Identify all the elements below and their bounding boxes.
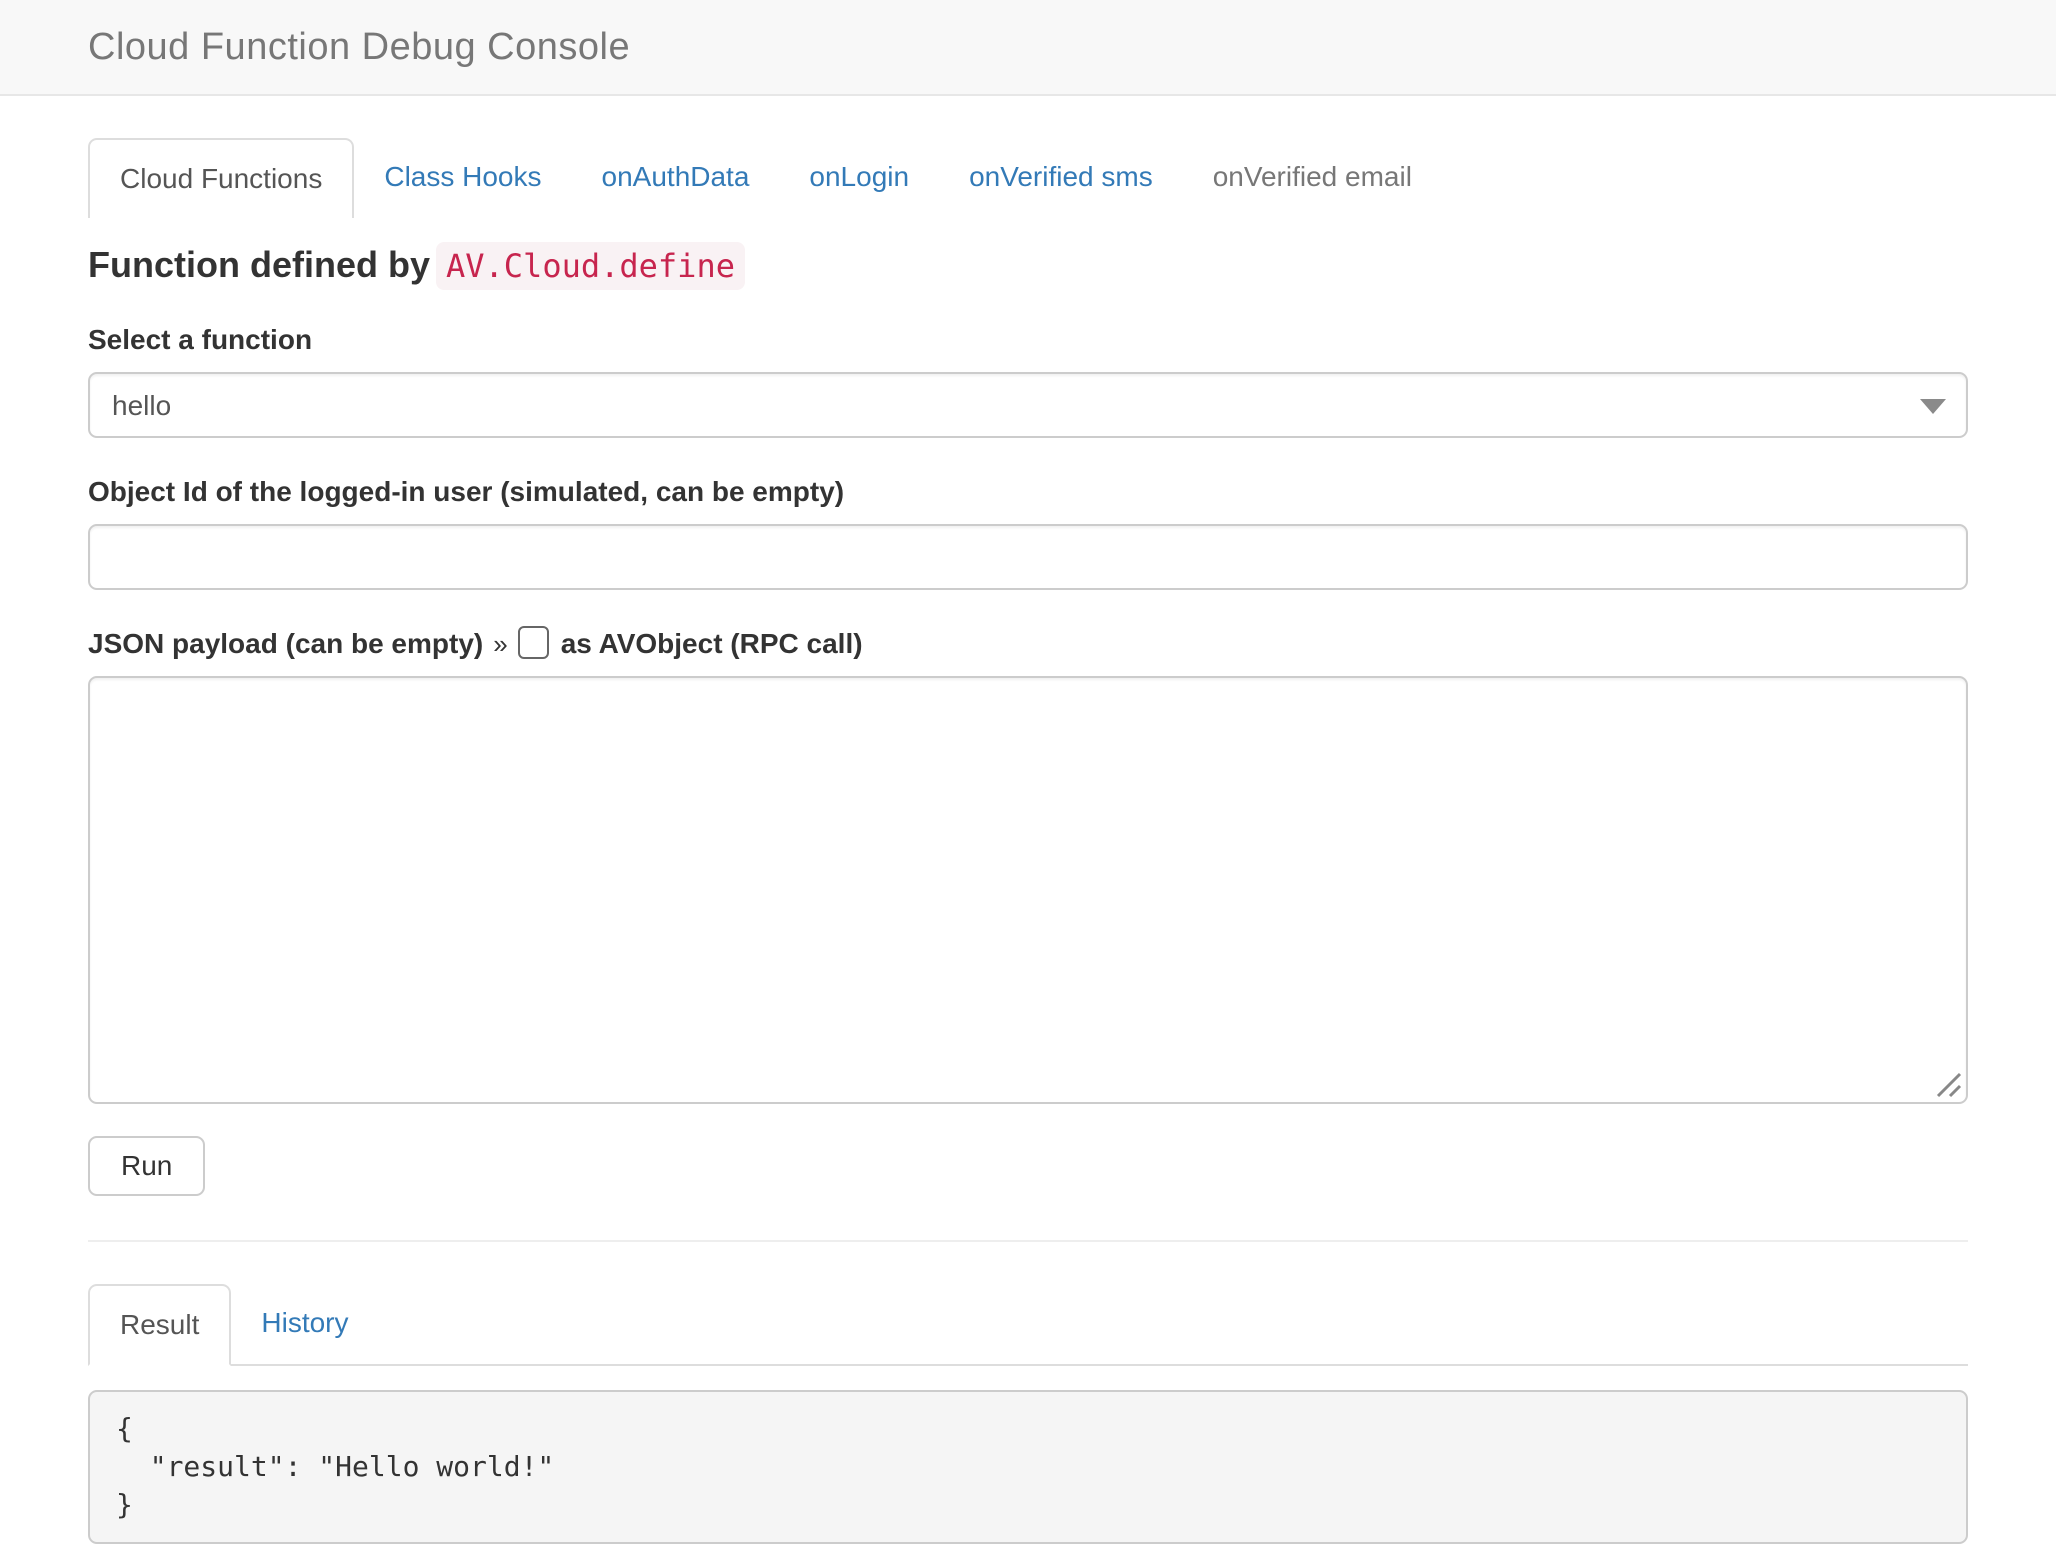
payload-label-text: JSON payload (can be empty) [88,628,483,659]
section-heading-text: Function defined by [88,244,430,285]
tab-onauthdata[interactable]: onAuthData [572,138,780,218]
as-avobject-checkbox[interactable] [518,626,549,659]
tab-cloud-functions[interactable]: Cloud Functions [88,138,354,218]
tab-onverified-sms[interactable]: onVerified sms [939,138,1183,218]
section-heading-code: AV.Cloud.define [436,242,745,290]
function-select-label: Select a function [88,324,1968,356]
resize-handle-icon[interactable] [1930,1066,1964,1100]
guillemet-separator: » [493,629,507,659]
tab-history[interactable]: History [231,1284,378,1366]
main-content: Cloud Functions Class Hooks onAuthData o… [88,138,1968,1544]
section-divider [88,1240,1968,1242]
debug-type-tabs: Cloud Functions Class Hooks onAuthData o… [88,138,1968,218]
result-tabs: Result History [88,1284,1968,1366]
function-select[interactable]: hello [88,372,1968,438]
result-output: { "result": "Hello world!" } [88,1390,1968,1544]
payload-textarea-wrap [88,676,1968,1104]
payload-label: JSON payload (can be empty) » as AVObject … [88,628,1968,660]
section-heading: Function defined byAV.Cloud.define [88,244,1968,286]
payload-checkbox-label: as AVObject (RPC call) [561,628,863,659]
tab-onlogin[interactable]: onLogin [779,138,939,218]
object-id-input[interactable] [88,524,1968,590]
object-id-label: Object Id of the logged-in user (simulat… [88,476,1968,508]
tab-class-hooks[interactable]: Class Hooks [354,138,571,218]
tab-onverified-email[interactable]: onVerified email [1183,138,1442,218]
page-title: Cloud Function Debug Console [88,26,630,69]
payload-textarea[interactable] [88,676,1968,1104]
app-header: Cloud Function Debug Console [0,0,2056,96]
function-select-wrap: hello [88,372,1968,438]
run-button[interactable]: Run [88,1136,205,1196]
tab-result[interactable]: Result [88,1284,231,1366]
